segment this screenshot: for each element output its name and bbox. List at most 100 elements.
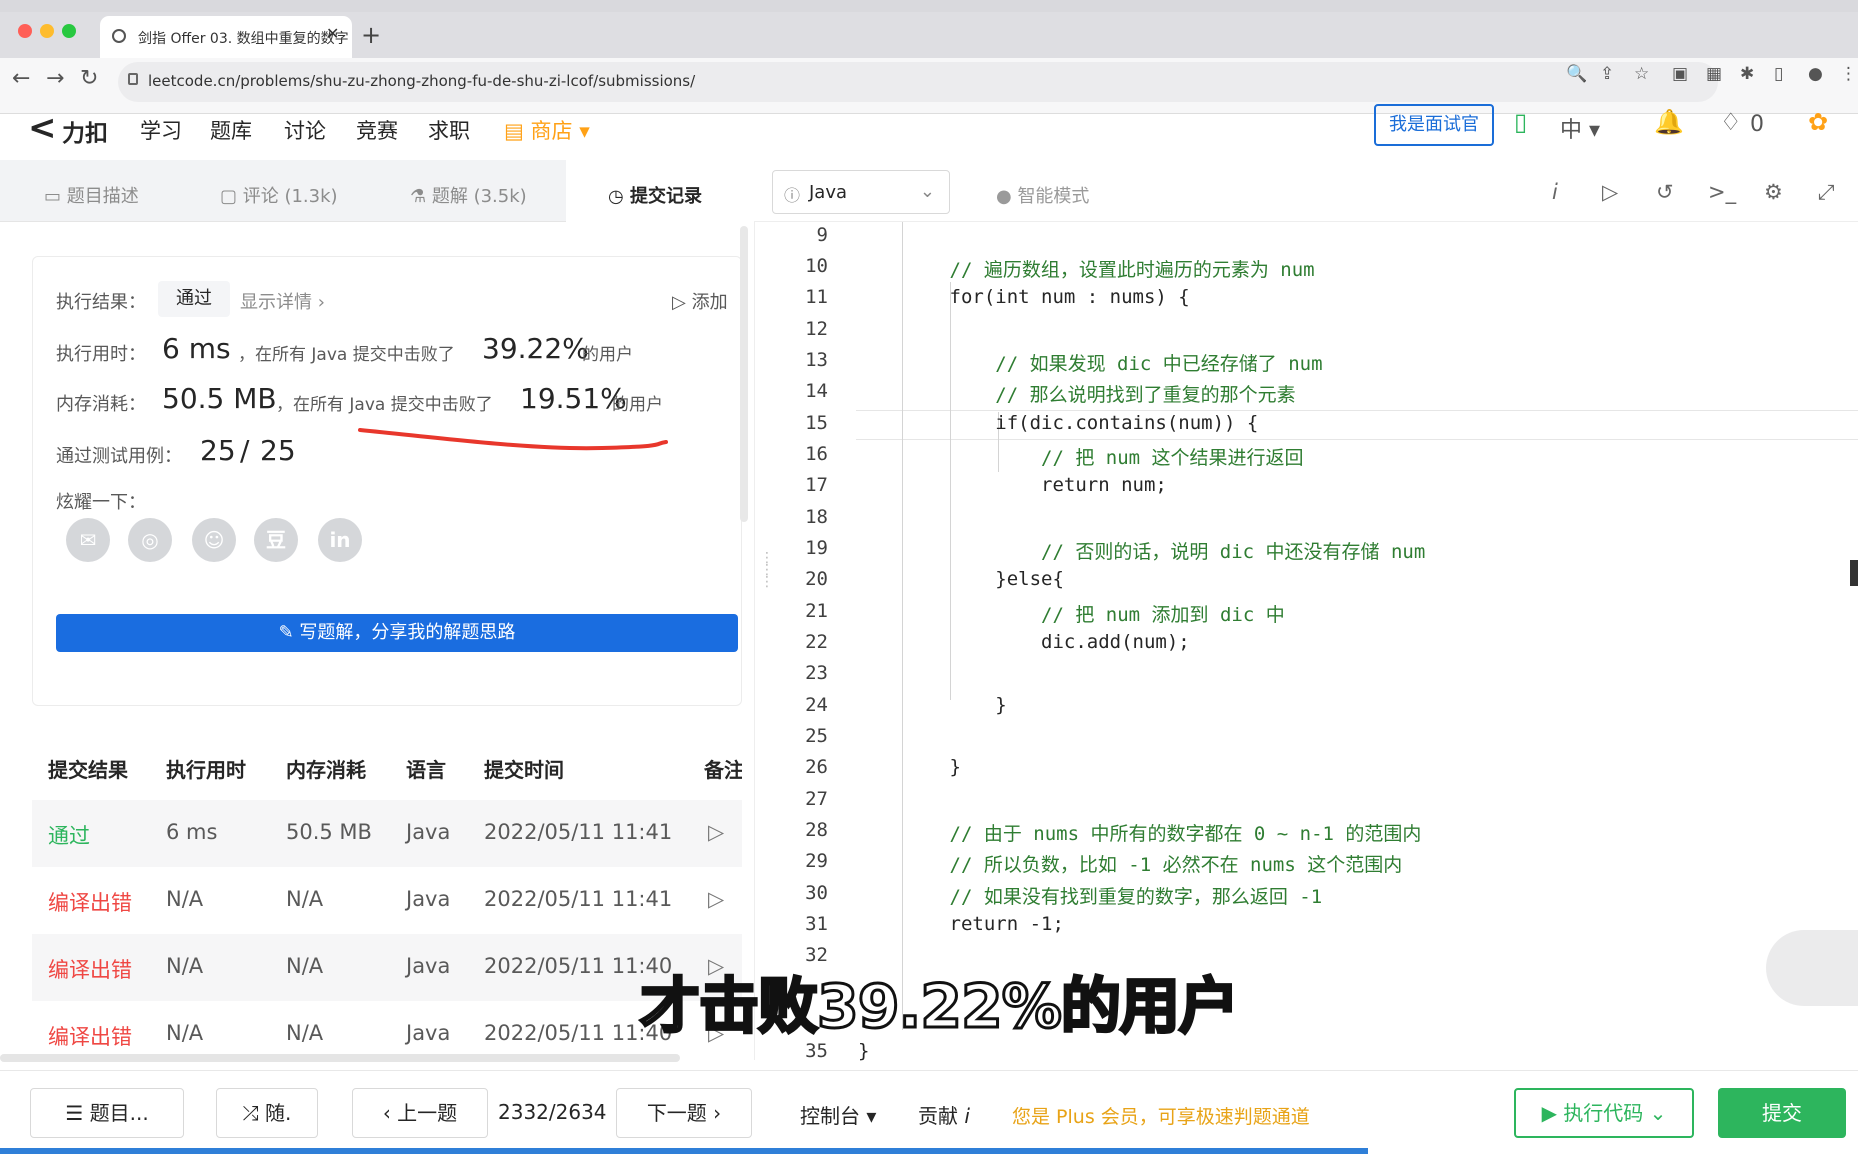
phone-icon[interactable]: ▯ — [1514, 108, 1527, 136]
row-memory: N/A — [286, 887, 324, 911]
write-solution-button[interactable]: ✎ 写题解，分享我的解题思路 — [56, 614, 738, 652]
url-field[interactable]: leetcode.cn/problems/shu-zu-zhong-zhong-… — [118, 62, 1718, 102]
weibo-icon[interactable]: ◎ — [128, 518, 172, 562]
menu-icon[interactable]: ⋮ — [1840, 64, 1857, 84]
table-row[interactable]: 通过 6 ms 50.5 MB Java 2022/05/11 11:41 ▷ — [32, 800, 742, 867]
problem-list-button[interactable]: ☰ 题目... — [30, 1088, 184, 1138]
floating-side-button[interactable] — [1766, 930, 1858, 1006]
line-number: 31 — [805, 913, 828, 935]
zoom-icon[interactable]: 🔍 — [1566, 64, 1587, 84]
code-line: // 否则的话，说明 dic 中还没有存储 num — [858, 541, 1426, 563]
tab-submissions[interactable]: ◷ 提交记录 — [608, 182, 702, 208]
row-time: 2022/05/11 11:41 — [484, 820, 673, 844]
red-underline-annotation — [358, 428, 668, 451]
fullscreen-icon[interactable]: ⤢ — [1818, 180, 1835, 205]
settings-icon[interactable]: ⚙ — [1764, 180, 1783, 204]
terminal-icon[interactable]: >_ — [1708, 180, 1736, 204]
prev-problem-button[interactable]: ‹ 上一题 — [352, 1088, 488, 1138]
submissions-table: 提交结果 执行用时 内存消耗 语言 提交时间 备注 通过 6 ms 50.5 M… — [32, 732, 742, 1060]
col-header-time[interactable]: 提交时间 — [484, 754, 564, 783]
bookmark-star-icon[interactable]: ☆ — [1634, 64, 1649, 84]
add-note-button[interactable]: ▷ 添加 — [672, 288, 728, 314]
info-i-icon[interactable]: i — [1552, 180, 1558, 204]
line-number: 27 — [805, 788, 828, 810]
browser-tab[interactable]: 剑指 Offer 03. 数组中重复的数字 — [100, 16, 352, 58]
smart-mode-toggle[interactable]: ● 智能模式 — [996, 182, 1089, 208]
logo-text[interactable]: 力扣 — [62, 114, 108, 148]
reset-code-icon[interactable]: ↺ — [1656, 180, 1674, 204]
editor-scroll-marker[interactable] — [1850, 560, 1858, 586]
left-panel-scrollbar[interactable] — [740, 226, 748, 522]
flag-icon[interactable]: ▷ — [708, 887, 724, 911]
video-progress-bar[interactable] — [0, 1148, 1368, 1154]
col-header-note: 备注 — [704, 758, 742, 782]
maximize-window-button[interactable] — [62, 24, 76, 38]
row-runtime: N/A — [166, 887, 204, 911]
run-code-button[interactable]: ▶ 执行代码 ⌄ — [1514, 1088, 1694, 1138]
testcases-passed: 25 — [200, 434, 236, 467]
row-status[interactable]: 编译出错 — [48, 954, 132, 984]
leetcode-logo-icon[interactable]: < — [28, 108, 57, 148]
nav-shop[interactable]: ▤ 商店 ▾ — [504, 115, 590, 145]
col-header-status[interactable]: 提交结果 — [48, 754, 128, 783]
extension-icon[interactable]: ▦ — [1706, 64, 1722, 84]
code-line: for(int num : nums) { — [858, 286, 1190, 308]
nav-study[interactable]: 学习 — [140, 115, 182, 145]
col-header-language[interactable]: 语言 — [406, 754, 446, 783]
row-runtime: N/A — [166, 954, 204, 978]
col-header-memory[interactable]: 内存消耗 — [286, 754, 366, 783]
tab-description[interactable]: ▭ 题目描述 — [44, 182, 139, 208]
code-editor[interactable]: // 遍历数组，设置此时遍历的元素为 num for(int num : num… — [858, 222, 1848, 1062]
linkedin-icon[interactable]: in — [318, 518, 362, 562]
nav-jobs[interactable]: 求职 — [428, 115, 470, 145]
douban-icon[interactable]: 豆 — [254, 518, 298, 562]
new-tab-button[interactable]: + — [356, 20, 386, 50]
nav-discuss[interactable]: 讨论 — [284, 115, 326, 145]
nav-problems[interactable]: 题库 — [210, 115, 252, 145]
reload-icon[interactable]: ↻ — [80, 66, 98, 91]
col-header-runtime[interactable]: 执行用时 — [166, 754, 246, 783]
close-window-button[interactable] — [18, 24, 32, 38]
row-runtime: N/A — [166, 1021, 204, 1045]
minimize-window-button[interactable] — [40, 24, 54, 38]
wechat-icon[interactable]: ✉ — [66, 518, 110, 562]
table-row[interactable]: 编译出错 N/A N/A Java 2022/05/11 11:41 ▷ — [32, 867, 742, 934]
run-debug-icon[interactable]: ▷ — [1602, 180, 1618, 204]
next-problem-button[interactable]: 下一题 › — [616, 1088, 752, 1138]
notification-bell-icon[interactable]: 🔔 — [1654, 108, 1684, 136]
table-row[interactable]: 编译出错 N/A N/A Java 2022/05/11 11:40 ▷ — [32, 934, 742, 1001]
share-label: 炫耀一下： — [56, 492, 146, 513]
testcases-label: 通过测试用例： — [56, 446, 182, 467]
close-tab-icon[interactable]: ✕ — [326, 24, 339, 43]
contribute-link[interactable]: 贡献 i — [918, 1100, 970, 1129]
tab-solutions[interactable]: ⚗ 题解 (3.5k) — [410, 182, 527, 208]
row-status[interactable]: 编译出错 — [48, 1021, 132, 1051]
console-toggle[interactable]: 控制台 ▾ — [800, 1100, 876, 1129]
share-page-icon[interactable]: ⇪ — [1600, 64, 1614, 84]
code-line: // 把 num 添加到 dic 中 — [858, 604, 1285, 626]
sidebar-icon[interactable]: ▯ — [1774, 64, 1783, 84]
back-icon[interactable]: ← — [12, 66, 30, 91]
interviewer-button[interactable]: 我是面试官 — [1374, 104, 1494, 146]
language-switch[interactable]: 中 ▾ — [1560, 112, 1600, 144]
random-problem-button[interactable]: ⤮ 随. — [216, 1088, 318, 1138]
puzzle-icon[interactable]: ✱ — [1740, 64, 1754, 84]
submit-button[interactable]: 提交 — [1718, 1088, 1846, 1138]
forward-icon[interactable]: → — [46, 66, 64, 91]
extension-s-icon[interactable]: ▣ — [1672, 64, 1688, 84]
row-status[interactable]: 通过 — [48, 820, 90, 850]
result-label: 执行结果： — [56, 292, 146, 313]
tab-comments[interactable]: ▢ 评论 (1.3k) — [220, 182, 338, 208]
flag-icon[interactable]: ▷ — [708, 820, 724, 844]
row-language: Java — [406, 887, 451, 911]
avatar[interactable]: ✿ — [1808, 108, 1828, 136]
points-flame-icon[interactable]: ♢ — [1720, 108, 1742, 136]
show-details-link[interactable]: 显示详情 › — [240, 288, 325, 314]
qq-icon[interactable]: ☺ — [192, 518, 236, 562]
table-horizontal-scrollbar[interactable] — [0, 1054, 680, 1062]
profile-icon[interactable]: ● — [1808, 64, 1823, 84]
row-language: Java — [406, 954, 451, 978]
line-number: 16 — [805, 443, 828, 465]
nav-contest[interactable]: 竞赛 — [356, 115, 398, 145]
row-status[interactable]: 编译出错 — [48, 887, 132, 917]
